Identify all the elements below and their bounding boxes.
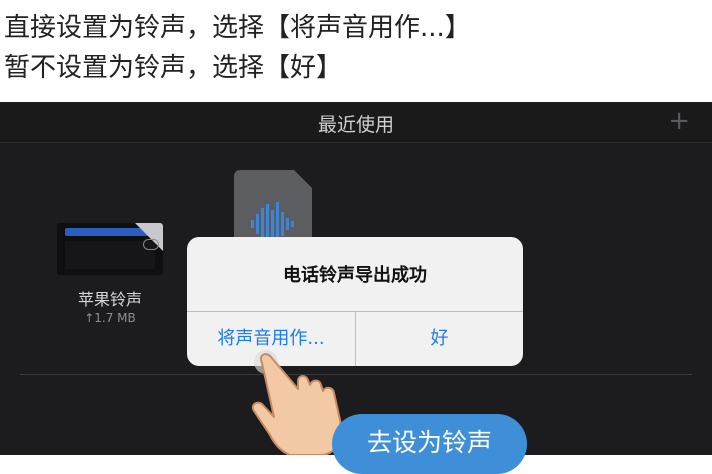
- set-ringtone-button[interactable]: 去设为铃声: [332, 414, 527, 474]
- alert-title: 电话铃声导出成功: [283, 265, 427, 286]
- instruction-line-1: 直接设置为铃声，选择【将声音用作...】: [4, 13, 471, 43]
- project-name: 苹果铃声: [77, 290, 142, 309]
- ok-button[interactable]: 好: [356, 312, 523, 366]
- nav-title: 最近使用: [317, 114, 394, 136]
- project-thumbnail[interactable]: [57, 223, 163, 275]
- instruction-line-2: 暂不设置为铃声，选择【好】: [4, 53, 343, 83]
- plus-icon[interactable]: +: [668, 108, 690, 134]
- document-fold: [294, 170, 312, 188]
- nav-bar: 最近使用 +: [0, 102, 712, 143]
- project-size: ↑1.7 MB: [84, 311, 136, 325]
- cloud-icon: [143, 239, 159, 250]
